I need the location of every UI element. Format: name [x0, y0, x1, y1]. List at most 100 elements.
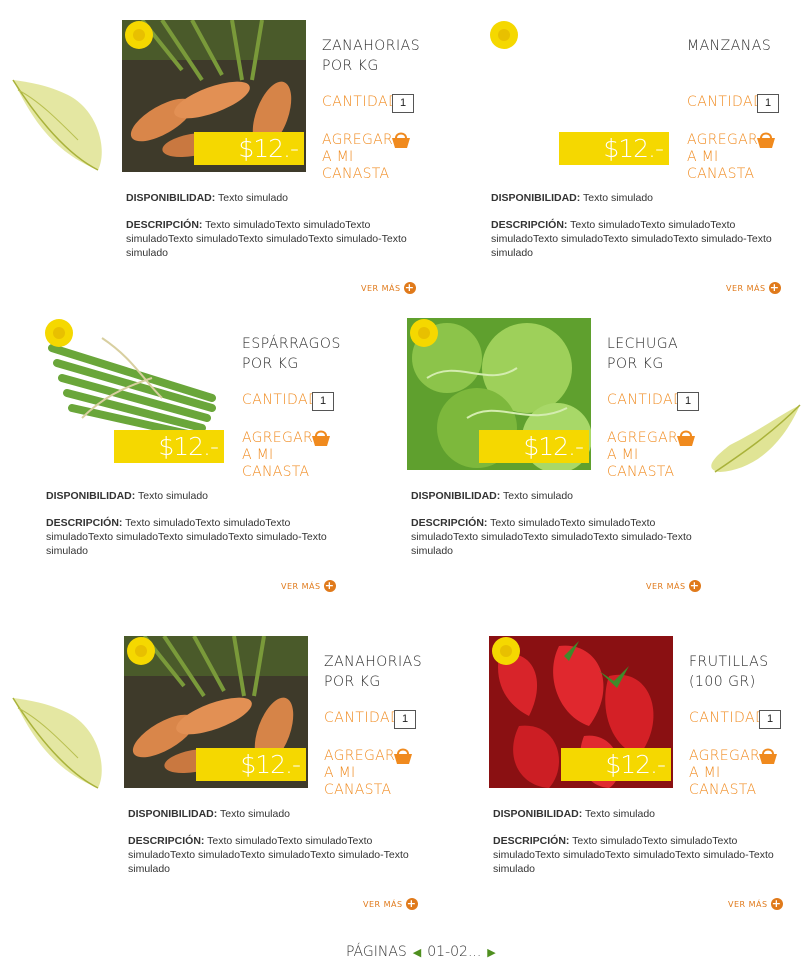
description: DESCRIPCIÓN: Texto simuladoTexto simulad…: [128, 834, 418, 876]
description-label: DESCRIPCIÓN:: [491, 219, 568, 231]
prev-page-arrow-icon[interactable]: ◀: [413, 946, 421, 959]
product-card-zanahorias-2: $12.- ZANAHORIAS POR KG CANTIDAD 1 AGREG…: [124, 636, 424, 910]
see-more-link[interactable]: VER MÁS +: [361, 282, 416, 294]
add-to-cart-line2: A MI CANASTA: [242, 447, 310, 480]
availability-label: DISPONIBILIDAD:: [493, 808, 583, 820]
description-label: DESCRIPCIÓN:: [411, 517, 488, 529]
flower-badge-icon: [410, 319, 438, 347]
flower-badge-icon: [127, 637, 155, 665]
quantity-input[interactable]: 1: [759, 710, 781, 729]
product-card-lechuga: $12.- LECHUGA POR KG CANTIDAD 1 AGREGAR …: [407, 318, 707, 592]
product-name: ZANAHORIAS: [324, 654, 423, 670]
basket-icon[interactable]: [675, 428, 697, 448]
availability: DISPONIBILIDAD: Texto simulado: [46, 490, 346, 502]
flower-badge-icon: [45, 319, 73, 347]
product-unit: POR KG: [324, 674, 381, 690]
price-tag: $12.-: [479, 430, 589, 463]
product-card-manzanas: $12.- MANZANAS CANTIDAD 1 AGREGAR A MI C…: [487, 20, 787, 294]
flower-badge-icon: [492, 637, 520, 665]
availability-value: Texto simulado: [582, 192, 654, 204]
basket-icon[interactable]: [757, 746, 779, 766]
quantity-label: CANTIDAD: [607, 392, 685, 408]
availability: DISPONIBILIDAD: Texto simulado: [493, 808, 793, 820]
description: DESCRIPCIÓN: Texto simuladoTexto simulad…: [411, 516, 701, 558]
add-to-cart-line2: A MI CANASTA: [607, 447, 675, 480]
product-name: MANZANAS: [687, 38, 772, 54]
description-label: DESCRIPCIÓN:: [128, 835, 205, 847]
plus-circle-icon: +: [768, 281, 781, 294]
price-tag: $12.-: [561, 748, 671, 781]
quantity-label: CANTIDAD: [242, 392, 320, 408]
basket-icon[interactable]: [310, 428, 332, 448]
see-more-link[interactable]: VER MÁS +: [363, 898, 418, 910]
pagination: PÁGINAS ◀ 01-02... ▶: [346, 944, 496, 960]
availability-label: DISPONIBILIDAD:: [491, 192, 581, 204]
quantity-label: CANTIDAD: [689, 710, 767, 726]
availability: DISPONIBILIDAD: Texto simulado: [128, 808, 428, 820]
see-more-link[interactable]: VER MÁS +: [281, 580, 336, 592]
availability: DISPONIBILIDAD: Texto simulado: [126, 192, 426, 204]
product-card-frutillas: $12.- FRUTILLAS (100 GR) CANTIDAD 1 AGRE…: [489, 636, 789, 910]
basket-icon[interactable]: [392, 746, 414, 766]
availability-value: Texto simulado: [502, 490, 574, 502]
availability: DISPONIBILIDAD: Texto simulado: [491, 192, 791, 204]
next-page-arrow-icon[interactable]: ▶: [487, 946, 495, 959]
availability-value: Texto simulado: [137, 490, 209, 502]
availability-label: DISPONIBILIDAD:: [126, 192, 216, 204]
price-tag: $12.-: [114, 430, 224, 463]
description-label: DESCRIPCIÓN:: [46, 517, 123, 529]
see-more-link[interactable]: VER MÁS +: [728, 898, 783, 910]
page-numbers[interactable]: 01-02...: [427, 944, 481, 960]
availability-value: Texto simulado: [584, 808, 656, 820]
product-name: ZANAHORIAS: [322, 38, 421, 54]
description: DESCRIPCIÓN: Texto simuladoTexto simulad…: [491, 218, 781, 260]
availability-value: Texto simulado: [219, 808, 291, 820]
price-tag: $12.-: [559, 132, 669, 165]
description: DESCRIPCIÓN: Texto simuladoTexto simulad…: [46, 516, 336, 558]
flower-badge-icon: [490, 21, 518, 49]
add-to-cart-line2: A MI CANASTA: [687, 149, 755, 182]
product-unit: POR KG: [322, 58, 379, 74]
add-to-cart-line2: A MI CANASTA: [689, 765, 757, 798]
leaf-decoration-right: [711, 404, 801, 473]
see-more-link[interactable]: VER MÁS +: [646, 580, 701, 592]
quantity-label: CANTIDAD: [322, 94, 400, 110]
see-more-label: VER MÁS: [363, 899, 403, 909]
plus-circle-icon: +: [770, 897, 783, 910]
add-to-cart-line2: A MI CANASTA: [322, 149, 390, 182]
product-unit: (100 GR): [689, 674, 756, 690]
add-to-cart-line2: A MI CANASTA: [324, 765, 392, 798]
plus-circle-icon: +: [688, 579, 701, 592]
quantity-input[interactable]: 1: [392, 94, 414, 113]
quantity-input[interactable]: 1: [312, 392, 334, 411]
price-tag: $12.-: [196, 748, 306, 781]
product-card-zanahorias: $12.- ZANAHORIAS POR KG CANTIDAD 1 AGREG…: [122, 20, 422, 294]
quantity-label: CANTIDAD: [324, 710, 402, 726]
see-more-label: VER MÁS: [281, 581, 321, 591]
product-name: LECHUGA: [607, 336, 679, 352]
basket-icon[interactable]: [755, 130, 777, 150]
plus-circle-icon: +: [323, 579, 336, 592]
description: DESCRIPCIÓN: Texto simuladoTexto simulad…: [493, 834, 783, 876]
leaf-decoration-bottom-left: [12, 697, 102, 789]
see-more-link[interactable]: VER MÁS +: [726, 282, 781, 294]
pagination-label: PÁGINAS: [346, 944, 407, 960]
quantity-input[interactable]: 1: [757, 94, 779, 113]
basket-icon[interactable]: [390, 130, 412, 150]
product-name: FRUTILLAS: [689, 654, 769, 670]
quantity-input[interactable]: 1: [394, 710, 416, 729]
see-more-label: VER MÁS: [728, 899, 768, 909]
availability-label: DISPONIBILIDAD:: [128, 808, 218, 820]
see-more-label: VER MÁS: [646, 581, 686, 591]
availability-label: DISPONIBILIDAD:: [411, 490, 501, 502]
price-tag: $12.-: [194, 132, 304, 165]
quantity-input[interactable]: 1: [677, 392, 699, 411]
product-name: ESPÁRRAGOS: [242, 336, 341, 352]
description-label: DESCRIPCIÓN:: [126, 219, 203, 231]
availability: DISPONIBILIDAD: Texto simulado: [411, 490, 711, 502]
product-card-esparragos: $12.- ESPÁRRAGOS POR KG CANTIDAD 1 AGREG…: [42, 318, 342, 592]
availability-value: Texto simulado: [217, 192, 289, 204]
plus-circle-icon: +: [405, 897, 418, 910]
description: DESCRIPCIÓN: Texto simuladoTexto simulad…: [126, 218, 416, 260]
quantity-label: CANTIDAD: [687, 94, 765, 110]
